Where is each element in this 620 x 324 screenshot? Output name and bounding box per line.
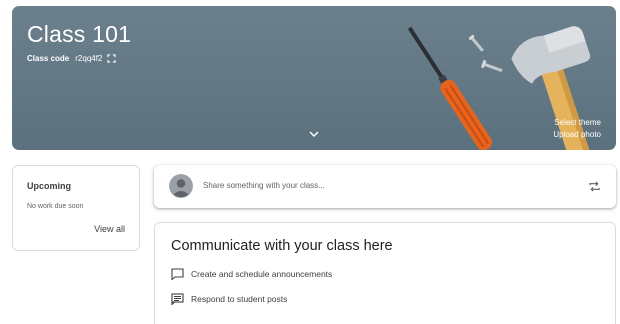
- chevron-down-icon[interactable]: [308, 129, 320, 139]
- reply-posts-icon: [171, 293, 184, 305]
- fullscreen-icon[interactable]: [107, 54, 117, 63]
- class-title: Class 101: [27, 21, 132, 47]
- upload-photo-link[interactable]: Upload photo: [553, 129, 601, 141]
- feature-item-student-posts: Respond to student posts: [171, 293, 287, 305]
- communicate-card: Communicate with your class here Create …: [154, 222, 616, 324]
- communicate-title: Communicate with your class here: [171, 238, 393, 254]
- upcoming-card: Upcoming No work due soon View all: [12, 165, 140, 251]
- feature-item-announcements: Create and schedule announcements: [171, 268, 332, 280]
- repost-icon[interactable]: [588, 180, 601, 193]
- feature-label: Create and schedule announcements: [191, 269, 333, 279]
- feature-label: Respond to student posts: [191, 294, 288, 304]
- class-code-label: Class code: [27, 54, 70, 63]
- upcoming-empty-message: No work due soon: [27, 203, 84, 210]
- share-input[interactable]: Share something with your class...: [203, 181, 325, 190]
- upcoming-title: Upcoming: [27, 181, 71, 191]
- class-code-value[interactable]: r2qq4f2: [75, 54, 102, 63]
- view-all-link[interactable]: View all: [94, 224, 125, 234]
- share-box[interactable]: Share something with your class...: [154, 165, 616, 208]
- avatar: [169, 174, 193, 198]
- announcement-icon: [171, 268, 184, 280]
- banner-actions: Select theme Upload photo: [553, 117, 601, 141]
- class-code: Class code r2qq4f2: [27, 54, 117, 63]
- select-theme-link[interactable]: Select theme: [553, 117, 601, 129]
- class-banner: Class 101 Class code r2qq4f2 Select them…: [12, 6, 616, 150]
